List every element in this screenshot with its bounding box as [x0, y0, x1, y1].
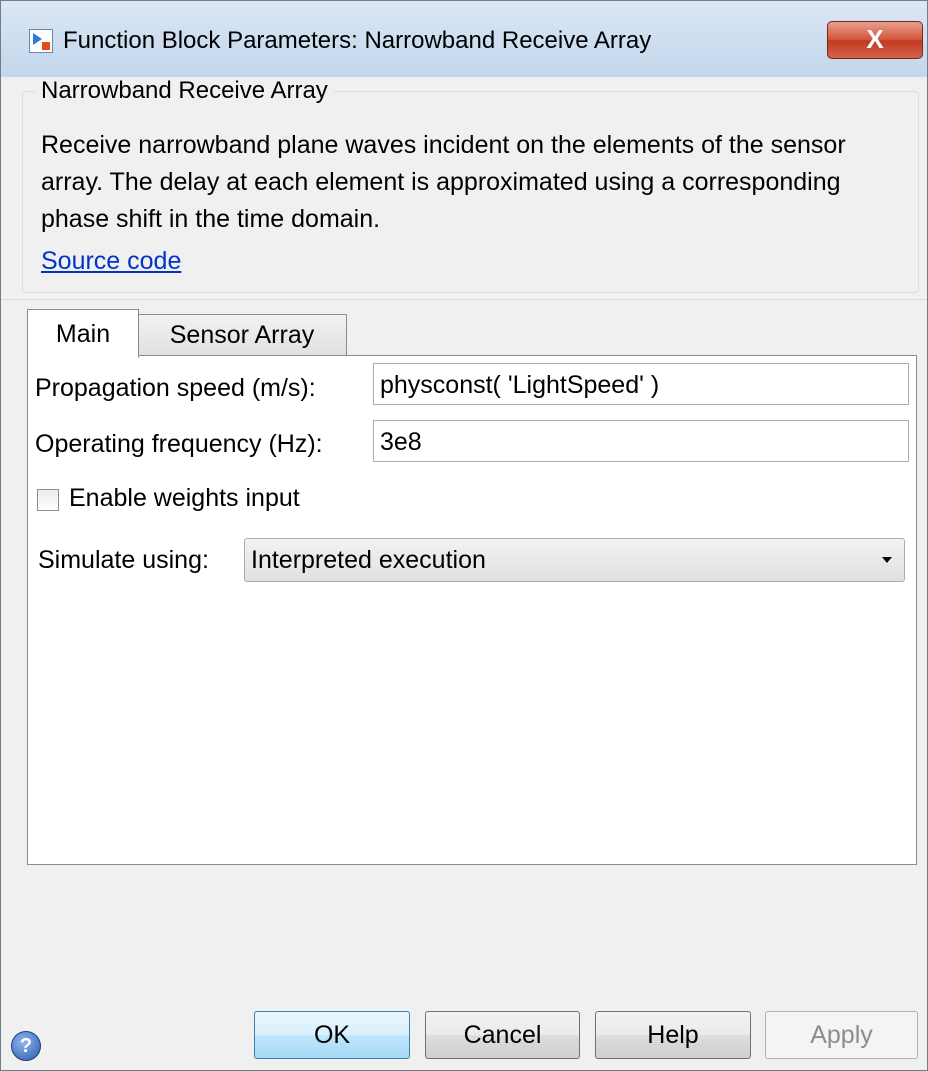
tab-sensor-array[interactable]: Sensor Array [137, 314, 347, 356]
enable-weights-label: Enable weights input [69, 484, 300, 512]
source-code-link[interactable]: Source code [41, 247, 181, 276]
ok-button[interactable]: OK [254, 1011, 410, 1059]
simulate-using-value: Interpreted execution [251, 546, 486, 574]
cancel-button[interactable]: Cancel [425, 1011, 580, 1059]
dialog-window: Function Block Parameters: Narrowband Re… [0, 0, 928, 1071]
separator [1, 299, 927, 300]
close-button[interactable]: X [827, 21, 923, 59]
title-bar[interactable]: Function Block Parameters: Narrowband Re… [1, 1, 927, 77]
simulink-app-icon [29, 29, 53, 53]
description-group-title: Narrowband Receive Array [35, 77, 334, 105]
simulate-using-dropdown[interactable]: Interpreted execution [244, 538, 905, 582]
chevron-down-icon [882, 557, 892, 563]
propagation-speed-label: Propagation speed (m/s): [35, 374, 316, 402]
enable-weights-checkbox[interactable] [37, 489, 59, 511]
window-title: Function Block Parameters: Narrowband Re… [63, 27, 652, 54]
operating-frequency-label: Operating frequency (Hz): [35, 430, 323, 458]
block-description: Receive narrowband plane waves incident … [41, 131, 846, 233]
operating-frequency-field[interactable]: 3e8 [373, 420, 909, 462]
propagation-speed-field[interactable]: physconst( 'LightSpeed' ) [373, 363, 909, 405]
help-button[interactable]: Help [595, 1011, 751, 1059]
apply-button[interactable]: Apply [765, 1011, 918, 1059]
tab-main[interactable]: Main [27, 309, 139, 358]
simulate-using-label: Simulate using: [38, 546, 209, 574]
help-icon[interactable]: ? [11, 1031, 41, 1061]
